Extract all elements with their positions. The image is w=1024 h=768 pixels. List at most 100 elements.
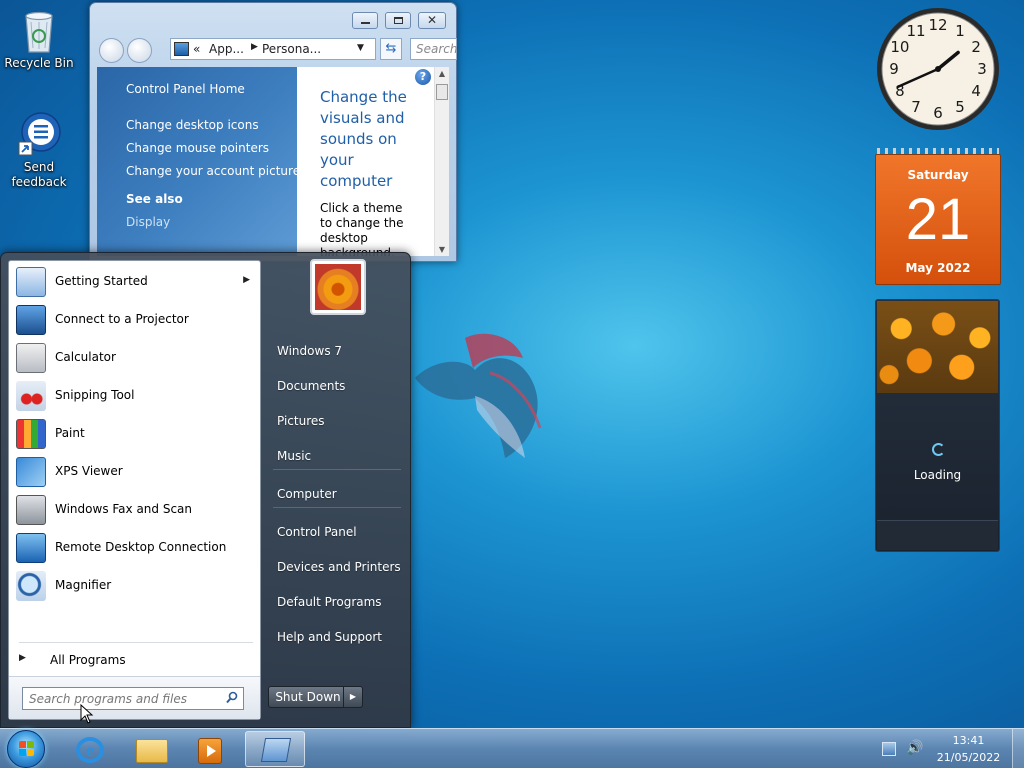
start-button[interactable] — [4, 729, 48, 768]
calendar-day: 21 — [905, 187, 971, 252]
taskbar-windows-explorer[interactable] — [124, 731, 180, 767]
place-item-control-panel[interactable]: Control Panel — [277, 525, 357, 539]
navigation-bar: « App... ▶ Persona... ▼ ⇆ Search — [98, 36, 458, 63]
search-placeholder: Search programs and files — [29, 692, 187, 706]
program-item[interactable]: Magnifier — [12, 568, 258, 604]
scroll-up-icon[interactable]: ▲ — [435, 69, 449, 78]
show-desktop-button[interactable] — [1012, 729, 1024, 768]
place-item-computer[interactable]: Computer — [277, 487, 337, 501]
program-item[interactable]: Remote Desktop Connection — [12, 530, 258, 566]
clock-date[interactable]: 21/05/2022 — [926, 751, 1011, 764]
places-separator — [273, 469, 401, 470]
clock-gadget[interactable]: 12 1 2 3 4 5 6 7 8 9 10 11 — [876, 7, 1000, 131]
slideshow-controls — [877, 520, 998, 550]
program-label: Getting Started — [55, 274, 148, 288]
program-item[interactable]: Windows Fax and Scan — [12, 492, 258, 528]
program-item[interactable]: Calculator — [12, 340, 258, 376]
place-item-default-programs[interactable]: Default Programs — [277, 595, 382, 609]
control-panel-icon — [260, 738, 292, 762]
place-item-windows-7[interactable]: Windows 7 — [277, 344, 342, 358]
scroll-down-icon[interactable]: ▼ — [435, 245, 449, 254]
desktop-icon-label: Send feedback — [11, 160, 67, 189]
personalization-window[interactable]: ✕ « App... ▶ Persona... ▼ ⇆ Search Contr… — [89, 2, 458, 262]
slideshow-gadget[interactable]: Loading — [875, 299, 1000, 552]
close-button[interactable]: ✕ — [418, 12, 446, 29]
clock-number: 6 — [933, 104, 943, 122]
back-button[interactable] — [99, 38, 124, 63]
program-item[interactable]: Getting Started ▶ — [12, 264, 258, 300]
link-change-account-picture[interactable]: Change your account picture — [126, 164, 297, 178]
magnifier-icon — [16, 571, 46, 601]
link-change-desktop-icons[interactable]: Change desktop icons — [126, 118, 259, 132]
place-item-documents[interactable]: Documents — [277, 379, 345, 393]
minimize-button[interactable] — [352, 12, 378, 29]
shutdown-options-button[interactable]: ▶ — [343, 686, 363, 708]
place-item-pictures[interactable]: Pictures — [277, 414, 325, 428]
program-item[interactable]: Connect to a Projector — [12, 302, 258, 338]
slideshow-status: Loading — [913, 468, 962, 482]
scissors-icon — [16, 381, 46, 411]
volume-icon[interactable]: 🔊 — [906, 740, 923, 758]
page-title: Change the visuals and sounds on your co… — [320, 88, 407, 190]
search-input[interactable]: Search — [410, 38, 458, 60]
network-icon[interactable] — [882, 742, 896, 756]
link-display[interactable]: Display — [126, 215, 170, 229]
all-programs-label: All Programs — [50, 653, 126, 667]
program-item[interactable]: Paint — [12, 416, 258, 452]
getting-started-icon — [16, 267, 46, 297]
taskbar-media-player[interactable] — [182, 731, 238, 767]
taskbar-internet-explorer[interactable]: e — [62, 731, 118, 767]
desktop-icon-label: Recycle Bin — [4, 56, 74, 70]
desktop-icon-recycle-bin[interactable]: Recycle Bin — [0, 8, 78, 71]
taskbar: e 🔊 13:41 21/05/2022 — [0, 728, 1024, 768]
xps-viewer-icon — [16, 457, 46, 487]
user-picture[interactable] — [310, 259, 366, 315]
start-search-input[interactable]: Search programs and files — [22, 687, 244, 710]
address-crumb-2[interactable]: Persona... — [262, 42, 321, 56]
link-control-panel-home[interactable]: Control Panel Home — [126, 82, 245, 96]
clock-number: 5 — [955, 98, 965, 116]
folder-icon — [136, 739, 168, 763]
program-label: Connect to a Projector — [55, 312, 189, 326]
calendar-month-year: May 2022 — [905, 261, 971, 275]
forward-button[interactable] — [127, 38, 152, 63]
scroll-thumb[interactable] — [436, 84, 448, 100]
place-item-devices-and-printers[interactable]: Devices and Printers — [277, 560, 401, 574]
fax-icon — [16, 495, 46, 525]
program-label: Snipping Tool — [55, 388, 135, 402]
taskbar-control-panel-active[interactable] — [245, 731, 305, 767]
program-item[interactable]: Snipping Tool — [12, 378, 258, 414]
calendar-gadget[interactable]: Saturday 21 May 2022 — [875, 148, 1001, 285]
remote-desktop-icon — [16, 533, 46, 563]
refresh-button[interactable]: ⇆ — [380, 38, 402, 60]
projector-icon — [16, 305, 46, 335]
submenu-arrow-icon: ▶ — [243, 275, 250, 285]
maximize-button[interactable] — [385, 12, 411, 29]
wallpaper-fish — [405, 318, 555, 468]
help-icon[interactable]: ? — [415, 69, 431, 85]
place-item-music[interactable]: Music — [277, 449, 311, 463]
program-item[interactable]: XPS Viewer — [12, 454, 258, 490]
refresh-icon: ⇆ — [385, 41, 397, 56]
desktop-icon-send-feedback[interactable]: Send feedback — [0, 112, 78, 190]
programs-pane: Getting Started ▶ Connect to a Projector Ca… — [8, 260, 261, 720]
address-crumb-1[interactable]: App... — [209, 42, 244, 56]
clock-number: 7 — [911, 98, 921, 116]
address-dropdown-icon[interactable]: ▼ — [357, 43, 364, 53]
page-description: Click a theme to change the desktop back… — [320, 201, 404, 256]
place-item-help-and-support[interactable]: Help and Support — [277, 630, 382, 644]
vertical-scrollbar[interactable]: ▲ ▼ — [434, 67, 449, 256]
all-programs-button[interactable]: ▶ All Programs — [13, 648, 257, 672]
internet-explorer-icon: e — [76, 737, 104, 763]
mouse-cursor-icon — [80, 703, 94, 724]
feedback-icon — [17, 112, 61, 156]
link-change-mouse-pointers[interactable]: Change mouse pointers — [126, 141, 269, 155]
paint-icon — [16, 419, 46, 449]
clock-time[interactable]: 13:41 — [926, 734, 1011, 747]
system-tray: 🔊 13:41 21/05/2022 — [872, 729, 1024, 768]
slideshow-image — [877, 301, 998, 393]
address-prefix: « — [193, 42, 201, 56]
shutdown-button[interactable]: Shut Down — [268, 686, 348, 708]
arrow-right-icon: ▶ — [349, 692, 357, 701]
address-bar[interactable]: « App... ▶ Persona... ▼ — [170, 38, 376, 60]
